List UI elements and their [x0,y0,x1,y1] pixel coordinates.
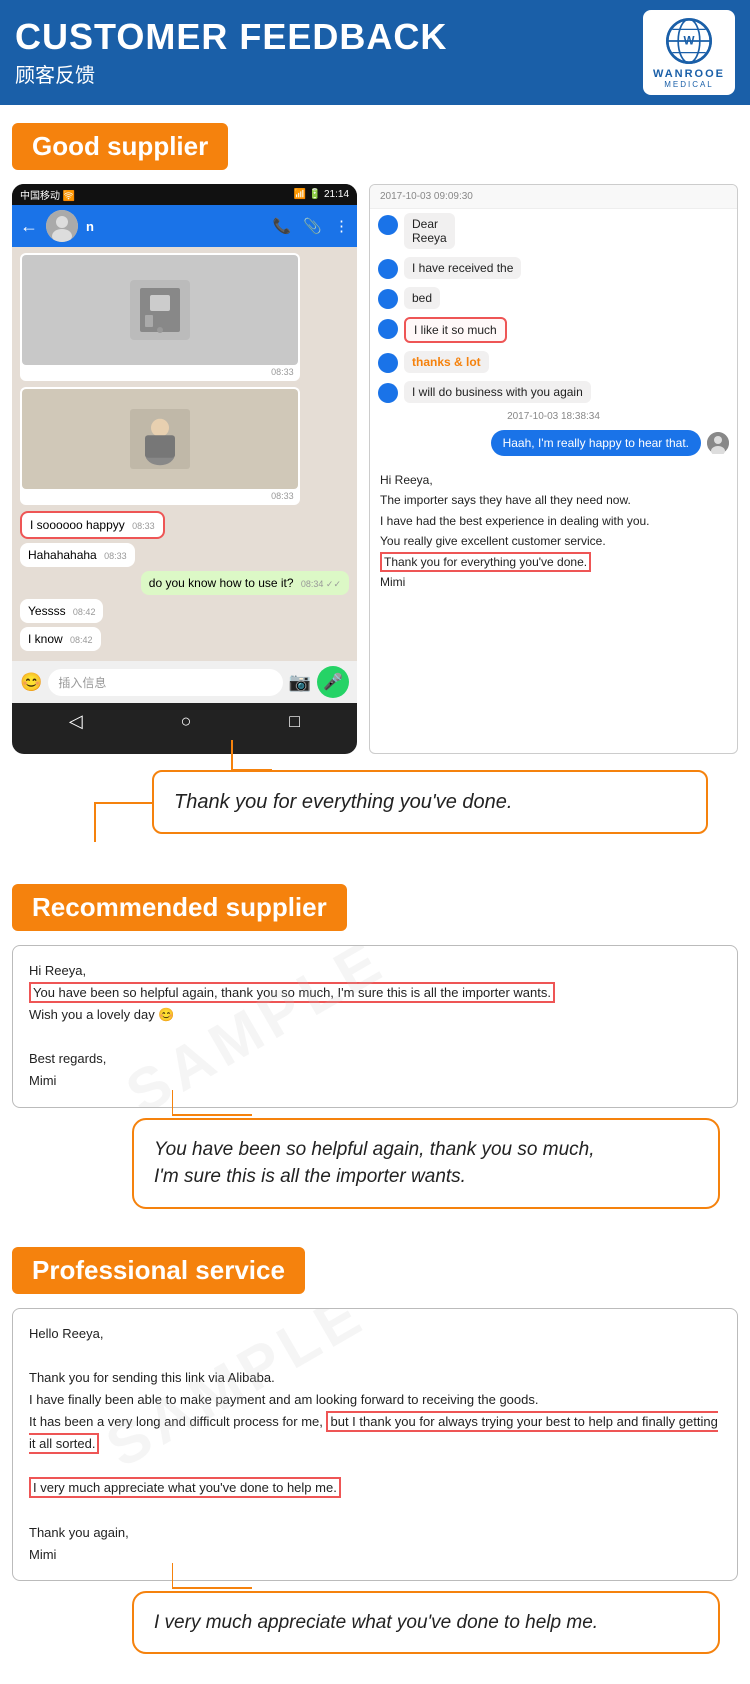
email-line1: The importer says they have all they nee… [380,490,727,510]
recommended-label: Recommended supplier [12,884,347,931]
mic-button[interactable]: 🎤 [317,666,349,698]
email-greeting: Hi Reeya, [380,470,727,490]
sender-dot [378,289,398,309]
sender-dot [378,319,398,339]
chat-input-field[interactable]: 插入信息 [48,669,282,696]
svg-text:W: W [683,34,694,47]
chat-msg-received: I have received the [370,253,737,283]
good-supplier-label: Good supplier [12,123,228,170]
device-image-icon [130,280,190,340]
rec-greeting: Hi Reeya, [29,960,721,982]
phone-input-bar: 😊 插入信息 📷 🎤 [12,661,357,703]
right-chat-panel: 2017-10-03 09:09:30 DearReeya I have rec… [369,184,738,754]
prof-line1: Thank you for sending this link via Alib… [29,1367,721,1389]
rec-sender: Mimi [29,1070,721,1092]
logo-globe-icon: W [664,16,714,66]
phone-nav-bar: ← n 📞 📎 ⋮ [12,205,357,247]
phone-icon: 📞 [273,217,292,235]
reply-bubble: Haah, I'm really happy to hear that. [491,430,701,456]
chat-msg-bed: bed [370,283,737,313]
rec-highlight-line: You have been so helpful again, thank yo… [29,982,721,1004]
email-body-right: Hi Reeya, The importer says they have al… [370,460,737,598]
prof-highlight: I very much appreciate what you've done … [29,1477,721,1499]
reply-row: Haah, I'm really happy to hear that. [370,426,737,460]
phone-status-bar: 中国移动 🛜 📶 🔋 21:14 [12,184,357,205]
good-supplier-quote: Thank you for everything you've done. [152,770,708,834]
chat-bubble-iknow: I know 08:42 [20,627,349,651]
recommended-email-box: SAMPLE Hi Reeya, You have been so helpfu… [12,945,738,1108]
good-supplier-section: Good supplier 中国移动 🛜 📶 🔋 21:14 ← n 📞 📎 ⋮ [0,105,750,834]
header-title-cn: 顾客反馈 [15,59,447,88]
phone-status-icons: 📶 🔋 21:14 [294,189,349,200]
prof-closing-thanks: Thank you again, [29,1522,721,1544]
logo-text: WANROOE [653,68,725,80]
chat-msg-dear: DearReeya [370,209,737,253]
professional-label: Professional service [12,1247,305,1294]
sender-dot [378,215,398,235]
back-arrow-icon: ← [20,216,38,237]
chat-msg-like: I like it so much [370,313,737,347]
chat-msg-bubble: DearReeya [404,213,455,249]
rec-regards: Best regards, [29,1048,721,1070]
contact-avatar [46,210,78,242]
prof-greeting: Hello Reeya, [29,1323,721,1345]
recent-nav-icon: □ [289,711,300,732]
reply-avatar [707,432,729,454]
chat-msg-bubble: thanks & lot [404,351,489,373]
prof-line2: I have finally been able to make payment… [29,1389,721,1411]
professional-quote: I very much appreciate what you've done … [132,1591,720,1655]
emoji-icon: 😊 [20,672,42,693]
home-nav-icon: ○ [181,711,192,732]
email-highlight: Thank you for everything you've done. [380,552,727,572]
header-title-en: CUSTOMER FEEDBACK [15,17,447,57]
chat-msg-bubble: bed [404,287,440,309]
good-supplier-quote-container: Thank you for everything you've done. [12,770,738,834]
header-titles: CUSTOMER FEEDBACK 顾客反馈 [15,17,447,88]
back-nav-icon: ◁ [69,711,83,732]
prof-line3: It has been a very long and difficult pr… [29,1411,721,1455]
logo-sub: MEDICAL [664,80,714,89]
chat-image-area: 08:33 08:33 [12,247,357,661]
prof-closing-sender: Mimi [29,1544,721,1566]
phone-carrier: 中国移动 🛜 [20,187,75,202]
chat-msg-thanks: thanks & lot [370,347,737,377]
chat-msg-bubble-highlighted: I like it so much [404,317,507,343]
sender-dot [378,383,398,403]
menu-icon: ⋮ [334,217,349,235]
camera-icon: 📷 [289,672,311,693]
sender-dot [378,259,398,279]
chat-bubble-yessss: Yessss 08:42 [20,599,349,623]
chat-bubble-doyouknow: do you know how to use it? 08:34 ✓✓ [20,571,349,595]
rec-wish: Wish you a lovely day 😊 [29,1004,721,1026]
email-timestamp: 2017-10-03 18:38:34 [370,411,737,422]
person-image-icon [130,409,190,469]
chat-bubble-haha: Hahahahaha 08:33 [20,543,349,567]
chat-msg-business: I will do business with you again [370,377,737,407]
professional-email-box: SAMPLE Hello Reeya, Thank you for sendin… [12,1308,738,1581]
page-header: CUSTOMER FEEDBACK 顾客反馈 W WANROOE MEDICAL [0,0,750,105]
good-supplier-content: 中国移动 🛜 📶 🔋 21:14 ← n 📞 📎 ⋮ [12,184,738,754]
email-line2: I have had the best experience in dealin… [380,511,727,531]
professional-service-section: Professional service SAMPLE Hello Reeya,… [0,1229,750,1655]
chat-msg-bubble: I have received the [404,257,521,279]
logo-box: W WANROOE MEDICAL [643,10,735,95]
recommended-supplier-section: Recommended supplier SAMPLE Hi Reeya, Yo… [0,866,750,1209]
recommended-quote-container: You have been so helpful again, thank yo… [12,1118,738,1209]
recommended-quote: You have been so helpful again, thank yo… [132,1118,720,1209]
attach-icon: 📎 [303,217,322,235]
professional-quote-container: I very much appreciate what you've done … [12,1591,738,1655]
chat-date-header: 2017-10-03 09:09:30 [370,185,737,209]
email-sender: Mimi [380,572,727,592]
sender-dot [378,353,398,373]
phone-nav-bottom: ◁ ○ □ [12,703,357,740]
phone-nav-icons: 📞 📎 ⋮ [273,217,349,235]
email-line3: You really give excellent customer servi… [380,531,727,551]
phone-screenshot: 中国移动 🛜 📶 🔋 21:14 ← n 📞 📎 ⋮ [12,184,357,754]
chat-bubble-happyy: I soooooo happyy 08:33 [20,511,349,539]
chat-msg-bubble: I will do business with you again [404,381,591,403]
contact-name: n [86,219,265,234]
